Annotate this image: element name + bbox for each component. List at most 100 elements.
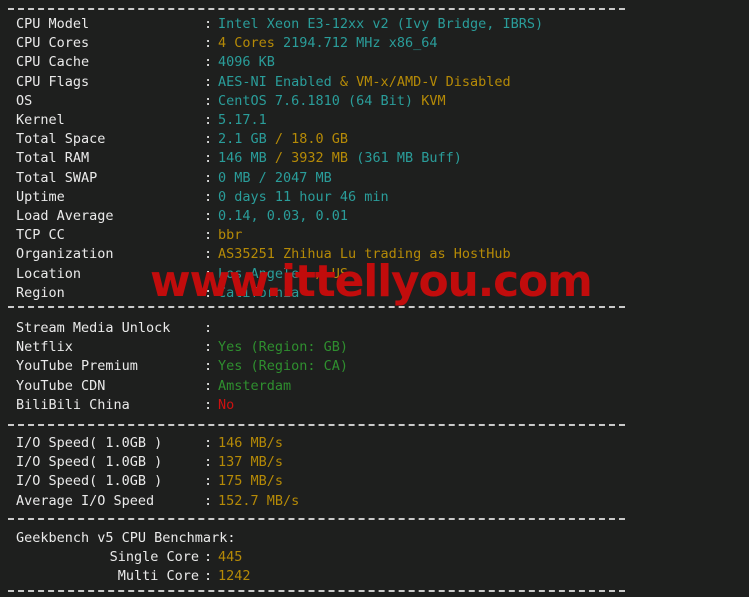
- io_speed-row: I/O Speed( 1.0GB ):146 MB/s: [0, 434, 749, 453]
- system_info-row: Region: California: [0, 284, 749, 303]
- terminal-screen: CPU Model: Intel Xeon E3-12xx v2 (Ivy Bri…: [0, 0, 749, 597]
- colon-separator: :: [204, 131, 213, 148]
- colon-separator: :: [204, 320, 213, 336]
- colon-separator: :: [204, 284, 213, 301]
- colon-separator: :: [204, 358, 213, 375]
- colon-separator: :: [204, 112, 213, 128]
- system_info-value: bbr: [218, 226, 242, 245]
- geekbench-row: Multi Core:1242: [0, 567, 749, 586]
- system_info-label: CPU Model: [16, 16, 90, 32]
- system_info-value: 4 Cores 2194.712 MHz x86_64: [218, 34, 437, 53]
- system_info-row: CPU Model: Intel Xeon E3-12xx v2 (Ivy Bri…: [0, 15, 749, 34]
- colon-separator: :: [204, 568, 213, 585]
- geekbench-heading-text: Geekbench v5 CPU Benchmark:: [16, 530, 236, 546]
- geekbench-value: 1242: [218, 567, 251, 586]
- colon-separator: :: [204, 265, 213, 282]
- system_info-value-part: 2.1 GB: [218, 131, 275, 148]
- colon-separator: :: [204, 188, 213, 205]
- system_info-label: CPU Cache: [16, 54, 90, 71]
- colon-separator: :: [204, 150, 213, 167]
- system_info-row: Location: Los Angeles / US: [0, 265, 749, 284]
- io_speed-value-part: 137 MB/s: [218, 454, 284, 471]
- system_info-row: Total SWAP:0 MB / 2047 MB: [0, 169, 749, 188]
- system_info-row: CPU Cache:4096 KB: [0, 53, 749, 72]
- system_info-label: CPU Flags: [16, 73, 90, 90]
- colon-separator: :: [204, 54, 213, 71]
- system_info-value-part: Los Angeles: [218, 265, 316, 282]
- stream_media-value-part: Amsterdam: [218, 377, 292, 394]
- colon-separator: :: [204, 339, 213, 356]
- io_speed-label: I/O Speed( 1.0GB ): [16, 435, 163, 451]
- system_info-value: 0 days 11 hour 46 min: [218, 188, 389, 207]
- stream_media-row: YouTube CDN: Amsterdam: [0, 377, 749, 396]
- io_speed-value: 152.7 MB/s: [218, 492, 299, 511]
- stream_media-label: Netflix: [16, 339, 73, 356]
- separator-top: [8, 8, 625, 10]
- colon-separator: :: [204, 169, 213, 186]
- stream_media-row: BiliBili China: No: [0, 396, 749, 415]
- geekbench-value: 445: [218, 548, 242, 567]
- system_info-value: Intel Xeon E3-12xx v2 (Ivy Bridge, IBRS): [218, 15, 543, 34]
- system_info-value-part: 0.14, 0.03, 0.01: [218, 208, 349, 224]
- system_info-label: Load Average: [16, 208, 114, 224]
- system_info-label: Total Space: [16, 131, 106, 148]
- system_info-value-part: 4096 KB: [218, 54, 275, 71]
- io_speed-value: 146 MB/s: [218, 434, 283, 453]
- system_info-row: Kernel:5.17.1: [0, 111, 749, 130]
- stream_media-label: Stream Media Unlock: [16, 320, 171, 336]
- stream_media-value: Yes (Region: GB): [218, 338, 348, 357]
- stream_media-value: Yes (Region: CA): [218, 357, 348, 376]
- system_info-label: Location: [16, 265, 82, 282]
- system_info-row: Total Space:2.1 GB / 18.0 GB: [0, 130, 749, 149]
- separator-bottom: [8, 590, 625, 592]
- system_info-value: Los Angeles / US: [218, 265, 348, 284]
- system_info-value-part: & VM-x/AMD-V Disabled: [339, 73, 511, 90]
- geekbench-label: Multi Core: [117, 568, 199, 585]
- system_info-label: TCP CC: [16, 227, 65, 244]
- io_speed-row: I/O Speed( 1.0GB ):137 MB/s: [0, 453, 749, 472]
- separator-geekbench: [8, 518, 625, 520]
- system_info-row: OS: CentOS 7.6.1810 (64 Bit) KVM: [0, 92, 749, 111]
- colon-separator: :: [204, 92, 213, 109]
- system_info-label: Kernel: [16, 112, 65, 128]
- io_speed-label: Average I/O Speed: [16, 492, 155, 509]
- geekbench-label: Single Core: [109, 549, 199, 565]
- geekbench-value-part: 1242: [218, 568, 251, 585]
- io_speed-label: I/O Speed( 1.0GB ): [16, 454, 163, 471]
- system_info-value-part: Intel Xeon E3-12xx v2 (Ivy Bridge, IBRS): [218, 16, 544, 32]
- colon-separator: :: [204, 492, 213, 509]
- io_speed-value-part: 175 MB/s: [218, 473, 284, 490]
- colon-separator: :: [204, 435, 213, 451]
- system_info-label: CPU Cores: [16, 35, 90, 52]
- system_info-value-part: 5.17.1: [218, 112, 267, 128]
- stream_media-value: Amsterdam: [218, 377, 291, 396]
- system_info-row: Total RAM:146 MB / 3932 MB (361 MB Buff): [0, 149, 749, 168]
- io_speed-label: I/O Speed( 1.0GB ): [16, 473, 163, 490]
- system_info-value-part: / 18.0 GB: [274, 131, 349, 148]
- system_info-value-part: AS35251 Zhihua Lu trading as HostHub: [218, 246, 511, 263]
- io_speed-row: I/O Speed( 1.0GB ):175 MB/s: [0, 472, 749, 491]
- stream_media-label: YouTube Premium: [16, 358, 138, 375]
- stream_media-label: BiliBili China: [16, 396, 130, 413]
- io_speed-value: 137 MB/s: [218, 453, 283, 472]
- colon-separator: :: [204, 35, 213, 52]
- system_info-value-part: CentOS 7.6.1810 (64 Bit): [218, 92, 422, 109]
- system_info-value: 2.1 GB / 18.0 GB: [218, 130, 348, 149]
- colon-separator: :: [204, 16, 213, 32]
- colon-separator: :: [204, 454, 213, 471]
- colon-separator: :: [204, 227, 213, 244]
- colon-separator: :: [204, 208, 213, 224]
- stream_media-label: YouTube CDN: [16, 377, 106, 394]
- system_info-row: CPU Flags: AES-NI Enabled & VM-x/AMD-V Di…: [0, 73, 749, 92]
- system_info-value-part: (361 MB Buff): [356, 150, 462, 167]
- system_info-row: Uptime:0 days 11 hour 46 min: [0, 188, 749, 207]
- system_info-value: 146 MB / 3932 MB (361 MB Buff): [218, 149, 462, 168]
- system_info-label: Region: [16, 284, 65, 301]
- geekbench-heading: Geekbench v5 CPU Benchmark:: [0, 529, 749, 548]
- io_speed-value-part: 146 MB/s: [218, 435, 284, 451]
- io_speed-value: 175 MB/s: [218, 472, 283, 491]
- system_info-value: AES-NI Enabled & VM-x/AMD-V Disabled: [218, 73, 511, 92]
- system_info-value-part: / 3932 MB: [274, 150, 357, 167]
- system_info-value-part: 146 MB: [218, 150, 275, 167]
- system_info-value: 5.17.1: [218, 111, 267, 130]
